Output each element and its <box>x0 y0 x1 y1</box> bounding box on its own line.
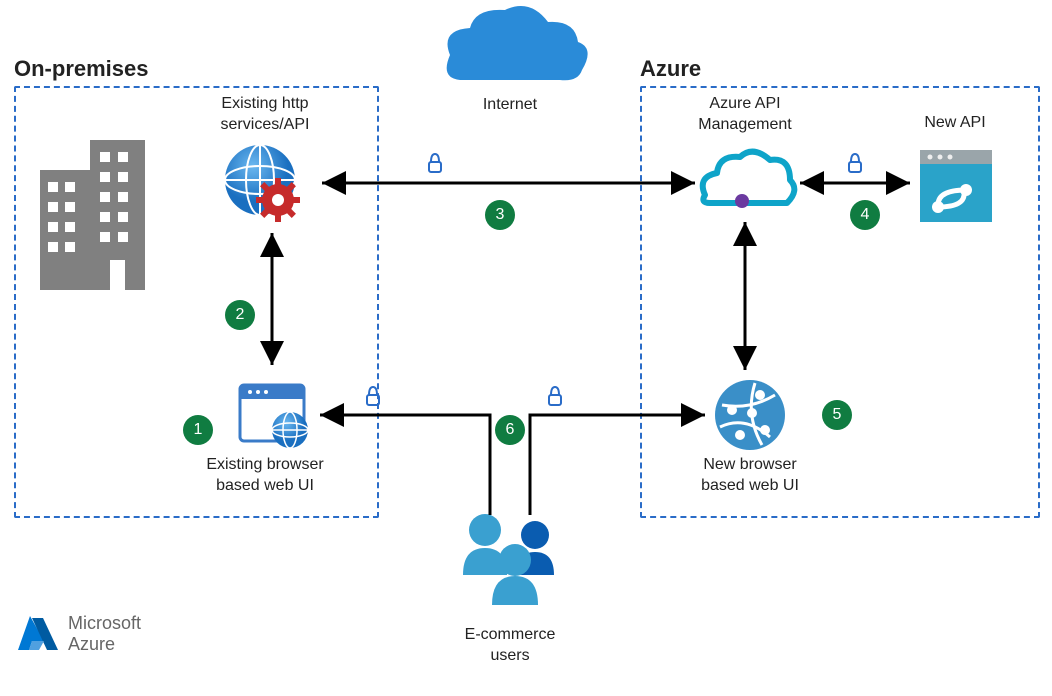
new-api-label: New API <box>905 113 1005 134</box>
badge-4: 4 <box>850 200 880 230</box>
azure-title: Azure <box>640 56 701 82</box>
onprem-box <box>14 86 379 518</box>
apim-label: Azure API Management <box>680 94 810 136</box>
badge-2: 2 <box>225 300 255 330</box>
onprem-title: On-premises <box>14 56 149 82</box>
existing-ui-label: Existing browser based web UI <box>190 455 340 497</box>
badge-6: 6 <box>495 415 525 445</box>
badge-3: 3 <box>485 200 515 230</box>
azure-box <box>640 86 1040 518</box>
internet-label: Internet <box>450 95 570 116</box>
users-label: E-commerce users <box>455 625 565 667</box>
internet-icon <box>447 6 588 80</box>
lock-icon <box>549 387 561 405</box>
users-icon <box>463 514 554 605</box>
lock-icon <box>429 154 441 172</box>
azure-logo: Microsoft Azure <box>14 610 141 658</box>
badge-1: 1 <box>183 415 213 445</box>
badge-5: 5 <box>822 400 852 430</box>
new-ui-label: New browser based web UI <box>680 455 820 497</box>
existing-api-label: Existing http services/API <box>200 94 330 136</box>
